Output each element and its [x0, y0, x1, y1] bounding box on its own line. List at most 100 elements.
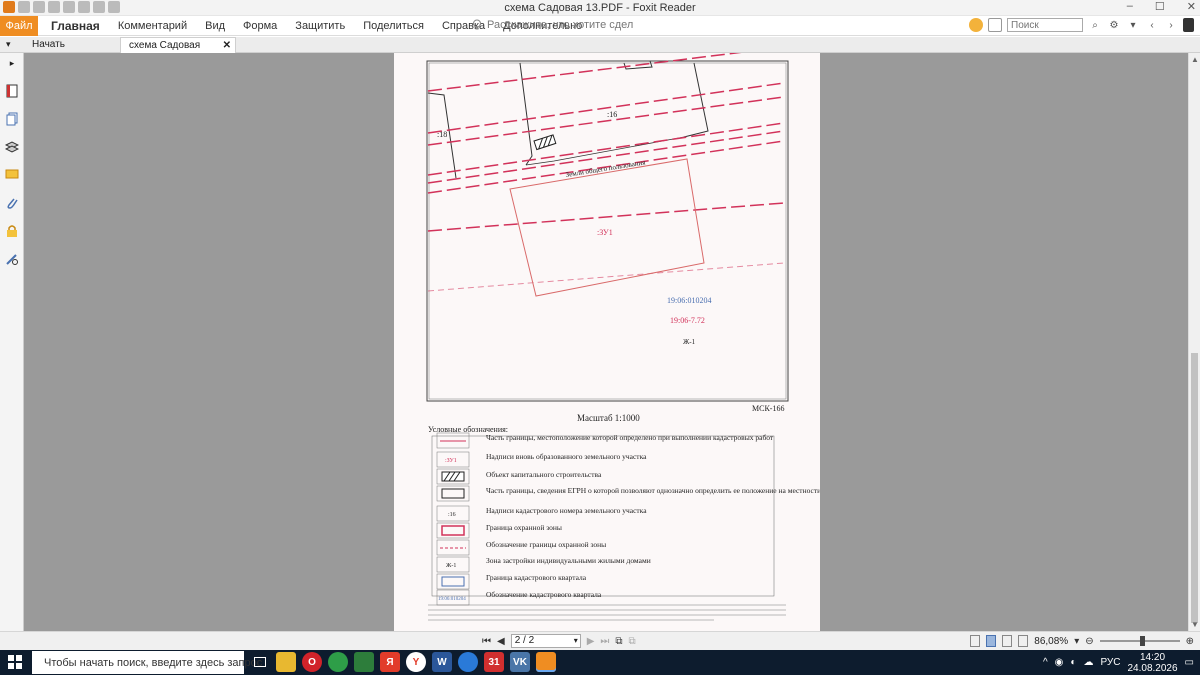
chrome-icon[interactable] — [328, 652, 348, 672]
back-icon[interactable]: ‹ — [1145, 18, 1159, 32]
guard-zone-line-1 — [427, 53, 742, 92]
close-tab-icon[interactable]: ✕ — [223, 38, 231, 54]
vk-icon[interactable]: VK — [510, 652, 530, 672]
ribbon: Файл Главная Комментарий Вид Форма Защит… — [0, 16, 1200, 36]
title-bar: схема Садовая 13.PDF - Foxit Reader – ☐ … — [0, 0, 1200, 16]
taskbar-search[interactable]: Чтобы начать поиск, введите здесь запрос — [32, 651, 262, 674]
skin-icon[interactable] — [969, 18, 983, 32]
system-tray: ^ ◉ ◐ ☁ РУС 14:20 24.08.2026 ▭ — [1043, 650, 1194, 675]
clock[interactable]: 14:20 24.08.2026 — [1127, 652, 1177, 674]
legend-text-2: Надписи вновь образованного земельного у… — [486, 452, 647, 461]
first-page-icon[interactable]: ⏮ — [482, 636, 491, 647]
language-indicator[interactable]: РУС — [1100, 657, 1120, 668]
app-blue-icon[interactable] — [458, 652, 478, 672]
expand-panel-icon[interactable]: ▸ — [4, 55, 20, 71]
lock-icon[interactable] — [4, 223, 20, 239]
onedrive-icon[interactable]: ☁ — [1083, 657, 1093, 668]
guard-zone-line-5 — [427, 262, 785, 292]
foxit-reader-icon[interactable] — [536, 652, 556, 672]
file-menu-button[interactable]: Файл — [0, 16, 38, 36]
continuous-view-icon[interactable] — [986, 635, 997, 647]
facing-view-icon[interactable] — [1002, 635, 1013, 647]
tell-me-box[interactable]: Расскажите, что хотите сдел — [472, 19, 633, 31]
legend-text-3: Объект капитального строительства — [486, 470, 602, 479]
last-page-icon[interactable]: ⏭ — [600, 636, 609, 647]
file-explorer-icon[interactable] — [276, 652, 296, 672]
layers-icon[interactable] — [4, 139, 20, 155]
notifications-icon[interactable]: ▭ — [1185, 657, 1194, 668]
yandex-browser-icon[interactable]: Y — [406, 652, 426, 672]
label-zu1: :ЗУ1 — [597, 228, 613, 237]
search-icon[interactable]: ⌕ — [1088, 18, 1102, 32]
signature-icon[interactable] — [4, 251, 20, 267]
store-icon[interactable] — [354, 652, 374, 672]
clock-date: 24.08.2026 — [1127, 662, 1178, 674]
chevron-down-icon[interactable]: ▾ — [1126, 18, 1140, 32]
opera-icon[interactable]: O — [302, 652, 322, 672]
page-number-input[interactable]: 2 / 2 ▾ — [510, 634, 581, 648]
maximize-icon[interactable]: ☐ — [1155, 0, 1165, 13]
gear-icon[interactable]: ⚙ — [1107, 18, 1121, 32]
page-thumbnail-icon[interactable] — [4, 83, 20, 99]
legend-symbol-10-text: 19:06:010204 — [438, 597, 466, 602]
minimize-icon[interactable]: – — [1127, 0, 1133, 13]
paste-page-icon[interactable]: ⧉ — [629, 636, 636, 647]
chevron-down-icon[interactable]: ▾ — [1074, 636, 1079, 647]
volume-icon[interactable]: ◐ — [1070, 657, 1076, 668]
attachment-icon[interactable] — [4, 195, 20, 211]
zoom-out-icon[interactable]: ⊖ — [1085, 636, 1093, 647]
windows-start-icon[interactable] — [8, 655, 22, 669]
zoom-slider[interactable] — [1099, 635, 1180, 647]
label-quarter: 19:06:010204 — [667, 296, 711, 305]
scroll-up-icon[interactable]: ▲ — [1191, 55, 1199, 64]
task-view-icon[interactable] — [254, 657, 266, 667]
status-bar: ⏮ ◀ 2 / 2 ▾ ▶ ⏭ ⧉ ⧉ 86,08% ▾ ⊖ ⊕ — [0, 631, 1200, 650]
guard-zone-line-3 — [427, 96, 785, 146]
footnote — [428, 604, 786, 621]
scroll-down-icon[interactable]: ▼ — [1191, 620, 1199, 629]
page-navigation: ⏮ ◀ 2 / 2 ▾ ▶ ⏭ ⧉ ⧉ — [482, 634, 636, 648]
vertical-scrollbar[interactable]: ▲ ▼ — [1188, 53, 1200, 631]
legend-text-5: Надписи кадастрового номера земельного у… — [486, 506, 647, 515]
tab-protect[interactable]: Защитить — [286, 16, 354, 36]
zoom-level[interactable]: 86,08% — [1034, 636, 1068, 647]
legend-symbol-5-text: :16 — [448, 512, 456, 518]
tabs-menu-icon[interactable]: ▾ — [6, 39, 11, 50]
tab-home[interactable]: Главная — [42, 16, 109, 36]
continuous-facing-view-icon[interactable] — [1018, 635, 1029, 647]
taskbar-apps: O Я Y W 31 VK — [250, 652, 556, 672]
window-controls: – ☐ ✕ — [1127, 0, 1196, 13]
find-icon[interactable] — [988, 18, 1002, 32]
tab-start[interactable]: Начать — [24, 37, 120, 53]
pages-icon[interactable] — [4, 111, 20, 127]
tab-comment[interactable]: Комментарий — [109, 16, 196, 36]
single-page-view-icon[interactable] — [970, 635, 981, 647]
forward-icon[interactable]: › — [1164, 18, 1178, 32]
comments-icon[interactable] — [4, 167, 20, 183]
chevron-down-icon[interactable]: ▾ — [574, 635, 578, 647]
label-common-land: Земли общего пользования — [565, 158, 647, 179]
document-tabs: ▾ Начать схема Садовая 13.PDF ✕ — [0, 37, 1200, 67]
show-hidden-icons-icon[interactable]: ^ — [1043, 657, 1048, 668]
copy-page-icon[interactable]: ⧉ — [615, 636, 622, 647]
legend-text-10: Обозначение кадастрового квартала — [486, 590, 602, 599]
close-icon[interactable]: ✕ — [1187, 0, 1196, 13]
tab-share[interactable]: Поделиться — [354, 16, 433, 36]
zoom-controls: 86,08% ▾ ⊖ ⊕ — [970, 635, 1194, 647]
calendar-icon[interactable]: 31 — [484, 652, 504, 672]
zoom-in-icon[interactable]: ⊕ — [1186, 636, 1194, 647]
prev-page-icon[interactable]: ◀ — [497, 636, 505, 647]
yandex-icon[interactable]: Я — [380, 652, 400, 672]
scroll-thumb[interactable] — [1191, 353, 1198, 623]
network-icon[interactable]: ◉ — [1055, 657, 1064, 668]
search-input[interactable] — [1007, 18, 1083, 32]
tab-view[interactable]: Вид — [196, 16, 234, 36]
taskbar: Чтобы начать поиск, введите здесь запрос… — [0, 650, 1200, 675]
label-parcel-16: :16 — [607, 110, 617, 119]
word-icon[interactable]: W — [432, 652, 452, 672]
next-page-icon[interactable]: ▶ — [587, 636, 595, 647]
tab-document[interactable]: схема Садовая 13.PDF ✕ — [120, 37, 236, 67]
tab-form[interactable]: Форма — [234, 16, 286, 36]
bookmark-icon[interactable] — [1183, 18, 1194, 32]
document-viewer[interactable]: :16 :18 Земли общего пользования :ЗУ1 19… — [24, 53, 1188, 631]
